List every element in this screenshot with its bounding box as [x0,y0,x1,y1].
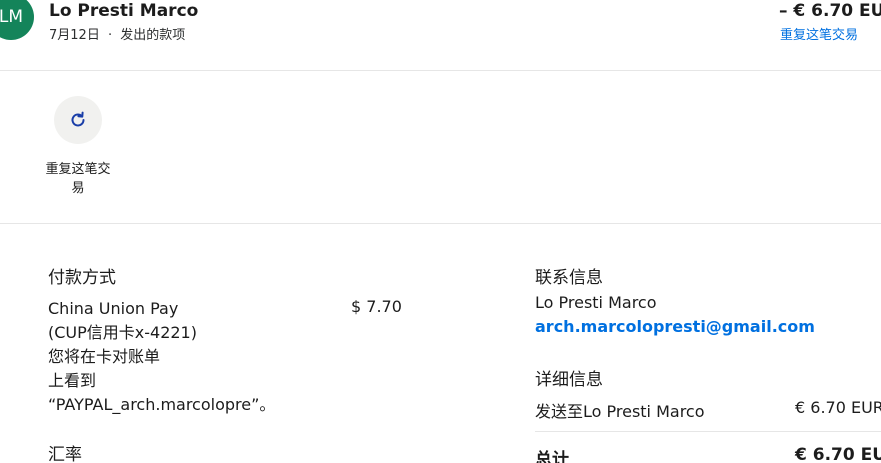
payment-line: (CUP信用卡x-4221) [48,323,197,342]
contact-info-title: 联系信息 [535,268,603,288]
details-divider [535,431,881,432]
payment-method-details: China Union Pay (CUP信用卡x-4221) 您将在卡对账单 上… [48,297,275,417]
transaction-subline: 7月12日 · 发出的款项 [49,24,185,43]
avatar-initials: LM [0,7,24,27]
exchange-rate-title: 汇率 [48,445,82,463]
repeat-label-line1: 重复这笔交 [45,162,111,177]
merchant-name: Lo Presti Marco [49,1,199,21]
separator-dot: · [107,28,113,43]
repeat-action-label: 重复这笔交 易 [40,160,116,198]
transaction-date: 7月12日 [49,28,100,43]
details-title: 详细信息 [535,370,603,390]
payment-line: 您将在卡对账单 [48,347,161,366]
refresh-icon [71,111,85,127]
repeat-transaction-button[interactable]: 重复这笔交 易 [40,96,116,198]
repeat-icon-circle[interactable] [54,96,102,144]
repeat-transaction-link[interactable]: 重复这笔交易 [780,24,858,43]
transaction-type: 发出的款项 [120,28,186,43]
header-divider [0,70,881,71]
contact-email-link[interactable]: arch.marcolopresti@gmail.com [535,317,815,336]
sent-to-amount: € 6.70 EUR [795,398,881,417]
avatar: LM [0,0,34,40]
total-label: 总计 [535,450,569,463]
total-amount: € 6.70 EUR [795,445,881,463]
payment-line: 上看到 [48,371,97,390]
payment-amount: $ 7.70 [351,297,402,316]
sent-to-label: 发送至Lo Presti Marco [535,402,705,421]
transaction-detail-page: LM Lo Presti Marco 7月12日 · 发出的款项 – € 6.7… [0,0,881,463]
repeat-label-line2: 易 [71,181,85,196]
transaction-amount: – € 6.70 EUR [779,1,881,21]
contact-name: Lo Presti Marco [535,293,657,312]
payment-method-title: 付款方式 [48,268,116,288]
payment-line: China Union Pay [48,299,179,318]
payment-line: “PAYPAL_arch.marcolopre”。 [48,395,276,414]
actions-divider [0,223,881,224]
